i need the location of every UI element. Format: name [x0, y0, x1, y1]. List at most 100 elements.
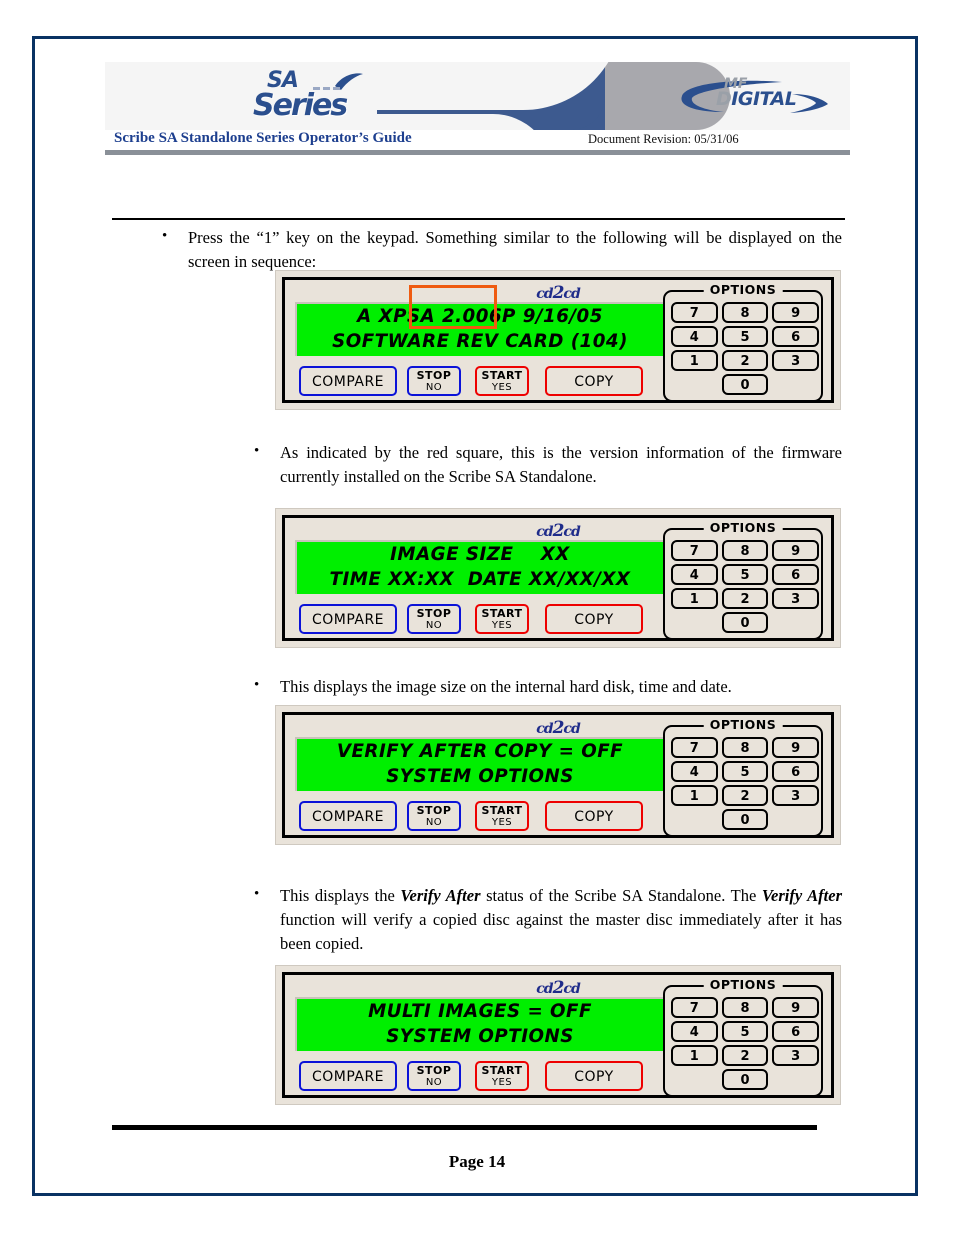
no-label: NO — [425, 817, 443, 828]
stop-label: STOP — [416, 607, 452, 620]
key-1[interactable]: 1 — [671, 785, 718, 806]
key-1[interactable]: 1 — [671, 588, 718, 609]
key-8[interactable]: 8 — [721, 540, 769, 561]
yes-label: YES — [491, 1077, 513, 1088]
key-9[interactable]: 9 — [772, 737, 819, 758]
copy-button[interactable]: COPY — [545, 801, 643, 831]
key-5[interactable]: 5 — [721, 1021, 769, 1042]
yes-label: YES — [491, 817, 513, 828]
cd2cd-right: cd — [563, 524, 580, 540]
cd2cd-right: cd — [563, 721, 580, 737]
bullet-text-4-b: status of the Scribe SA Standalone. The — [480, 886, 762, 905]
key-9[interactable]: 9 — [772, 997, 819, 1018]
key-6[interactable]: 6 — [772, 761, 819, 782]
key-1[interactable]: 1 — [671, 1045, 718, 1066]
lcd-line-2: SOFTWARE REV CARD (104) — [332, 330, 628, 352]
key-4[interactable]: 4 — [671, 1021, 718, 1042]
copy-button[interactable]: COPY — [545, 366, 643, 396]
key-2[interactable]: 2 — [721, 588, 769, 609]
device-panel-3[interactable]: cd2cd VERIFY AFTER COPY = OFF SYSTEM OPT… — [275, 705, 841, 845]
key-2[interactable]: 2 — [721, 350, 769, 371]
options-keypad[interactable]: OPTIONS 7 8 9 4 5 6 1 2 3 0 — [663, 282, 823, 402]
keypad-grid: 7 8 9 4 5 6 1 2 3 0 — [671, 997, 819, 1090]
start-label: START — [481, 804, 523, 817]
device-chassis: cd2cd MULTI IMAGES = OFF SYSTEM OPTIONS … — [282, 972, 834, 1098]
stop-no-button[interactable]: STOP NO — [407, 1061, 461, 1091]
key-5[interactable]: 5 — [721, 326, 769, 347]
start-yes-button[interactable]: START YES — [475, 366, 529, 396]
key-8[interactable]: 8 — [721, 302, 769, 323]
footer-divider — [112, 1125, 817, 1130]
device-chassis: cd2cd VERIFY AFTER COPY = OFF SYSTEM OPT… — [282, 712, 834, 838]
cd2cd-left: cd — [536, 721, 553, 737]
lcd-line-2: SYSTEM OPTIONS — [386, 1025, 574, 1047]
keypad-grid: 7 8 9 4 5 6 1 2 3 0 — [671, 737, 819, 830]
stop-label: STOP — [416, 804, 452, 817]
key-4[interactable]: 4 — [671, 761, 718, 782]
key-0[interactable]: 0 — [721, 809, 769, 830]
compare-button[interactable]: COMPARE — [299, 366, 397, 396]
copy-button[interactable]: COPY — [545, 1061, 643, 1091]
key-4[interactable]: 4 — [671, 564, 718, 585]
options-keypad[interactable]: OPTIONS 7 8 9 4 5 6 1 2 3 0 — [663, 717, 823, 837]
stop-no-button[interactable]: STOP NO — [407, 801, 461, 831]
device-panel-1[interactable]: cd2cd A XPSA 2.006P 9/16/05 SOFTWARE REV… — [275, 270, 841, 410]
options-keypad[interactable]: OPTIONS 7 8 9 4 5 6 1 2 3 0 — [663, 977, 823, 1097]
cd2cd-logo: cd2cd — [285, 521, 831, 541]
bullet-paragraph-2: • As indicated by the red square, this i… — [254, 441, 842, 489]
compare-button[interactable]: COMPARE — [299, 801, 397, 831]
keypad-grid: 7 8 9 4 5 6 1 2 3 0 — [671, 540, 819, 633]
key-8[interactable]: 8 — [721, 737, 769, 758]
key-5[interactable]: 5 — [721, 761, 769, 782]
lcd-line-1: VERIFY AFTER COPY = OFF — [336, 740, 624, 762]
key-3[interactable]: 3 — [772, 1045, 819, 1066]
key-6[interactable]: 6 — [772, 1021, 819, 1042]
key-1[interactable]: 1 — [671, 350, 718, 371]
key-9[interactable]: 9 — [772, 302, 819, 323]
stop-no-button[interactable]: STOP NO — [407, 366, 461, 396]
key-7[interactable]: 7 — [671, 302, 718, 323]
device-button-row: COMPARE STOP NO START YES COPY — [299, 801, 671, 835]
cd2cd-mid: 2 — [552, 718, 565, 738]
device-chassis: cd2cd IMAGE SIZE XX TIME XX:XX DATE XX/X… — [282, 515, 834, 641]
key-3[interactable]: 3 — [772, 588, 819, 609]
device-panel-2[interactable]: cd2cd IMAGE SIZE XX TIME XX:XX DATE XX/X… — [275, 508, 841, 648]
compare-button[interactable]: COMPARE — [299, 604, 397, 634]
cd2cd-right: cd — [563, 286, 580, 302]
start-label: START — [481, 607, 523, 620]
key-0[interactable]: 0 — [721, 1069, 769, 1090]
key-6[interactable]: 6 — [772, 564, 819, 585]
start-yes-button[interactable]: START YES — [475, 604, 529, 634]
key-7[interactable]: 7 — [671, 540, 718, 561]
no-label: NO — [425, 620, 443, 631]
key-8[interactable]: 8 — [721, 997, 769, 1018]
device-panel-4[interactable]: cd2cd MULTI IMAGES = OFF SYSTEM OPTIONS … — [275, 965, 841, 1105]
compare-button[interactable]: COMPARE — [299, 1061, 397, 1091]
page-content: • Press the “1” key on the keypad. Somet… — [0, 0, 954, 1235]
key-4[interactable]: 4 — [671, 326, 718, 347]
key-0[interactable]: 0 — [721, 612, 769, 633]
key-3[interactable]: 3 — [772, 350, 819, 371]
stop-no-button[interactable]: STOP NO — [407, 604, 461, 634]
cd2cd-left: cd — [536, 524, 553, 540]
key-7[interactable]: 7 — [671, 997, 718, 1018]
key-9[interactable]: 9 — [772, 540, 819, 561]
stop-label: STOP — [416, 1064, 452, 1077]
key-5[interactable]: 5 — [721, 564, 769, 585]
start-yes-button[interactable]: START YES — [475, 1061, 529, 1091]
key-2[interactable]: 2 — [721, 785, 769, 806]
device-button-row: COMPARE STOP NO START YES COPY — [299, 1061, 671, 1095]
key-6[interactable]: 6 — [772, 326, 819, 347]
bullet-text-4-c: function will verify a copied disc again… — [280, 909, 842, 953]
options-keypad[interactable]: OPTIONS 7 8 9 4 5 6 1 2 3 0 — [663, 520, 823, 640]
copy-button[interactable]: COPY — [545, 604, 643, 634]
bullet-text-4-em2: Verify After — [761, 886, 842, 905]
no-label: NO — [425, 1077, 443, 1088]
key-7[interactable]: 7 — [671, 737, 718, 758]
key-0[interactable]: 0 — [721, 374, 769, 395]
cd2cd-left: cd — [536, 981, 553, 997]
start-yes-button[interactable]: START YES — [475, 801, 529, 831]
key-3[interactable]: 3 — [772, 785, 819, 806]
key-2[interactable]: 2 — [721, 1045, 769, 1066]
start-label: START — [481, 1064, 523, 1077]
